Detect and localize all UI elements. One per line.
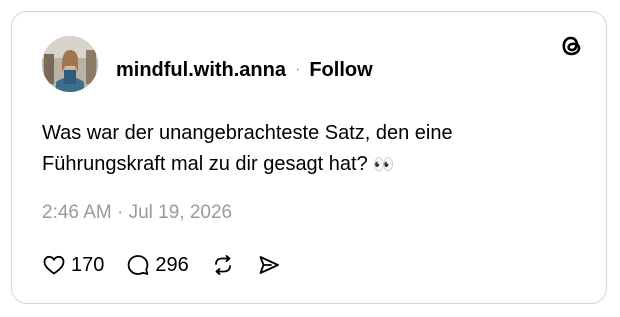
heart-icon xyxy=(42,253,66,277)
username[interactable]: mindful.with.anna xyxy=(116,59,286,82)
post-text-line-1: Was war der unangebrachteste Satz, den e… xyxy=(42,122,453,144)
post-card: mindful.with.anna · Follow Was war der u… xyxy=(11,11,607,304)
reply-button[interactable]: 296 xyxy=(126,253,189,277)
like-count: 170 xyxy=(71,253,105,276)
comment-icon xyxy=(126,253,150,277)
threads-logo-icon[interactable] xyxy=(558,32,586,60)
send-icon xyxy=(257,253,281,277)
share-button[interactable] xyxy=(257,253,281,277)
post-text: Was war der unangebrachteste Satz, den e… xyxy=(42,118,562,181)
reply-count: 296 xyxy=(155,253,189,276)
action-bar: 170 296 xyxy=(42,251,303,279)
separator-dot: · xyxy=(295,61,301,78)
like-button[interactable]: 170 xyxy=(42,253,104,277)
avatar[interactable] xyxy=(42,36,98,92)
post-text-line-2: Führungskraft mal zu dir gesagt hat? xyxy=(42,153,368,175)
repost-button[interactable] xyxy=(211,253,235,277)
follow-button[interactable]: Follow xyxy=(309,59,372,82)
eyes-emoji: 👀 xyxy=(373,155,395,175)
repost-icon xyxy=(211,253,235,277)
post-timestamp: 2:46 AM · Jul 19, 2026 xyxy=(42,202,233,223)
post-header: mindful.with.anna · Follow xyxy=(116,58,373,82)
